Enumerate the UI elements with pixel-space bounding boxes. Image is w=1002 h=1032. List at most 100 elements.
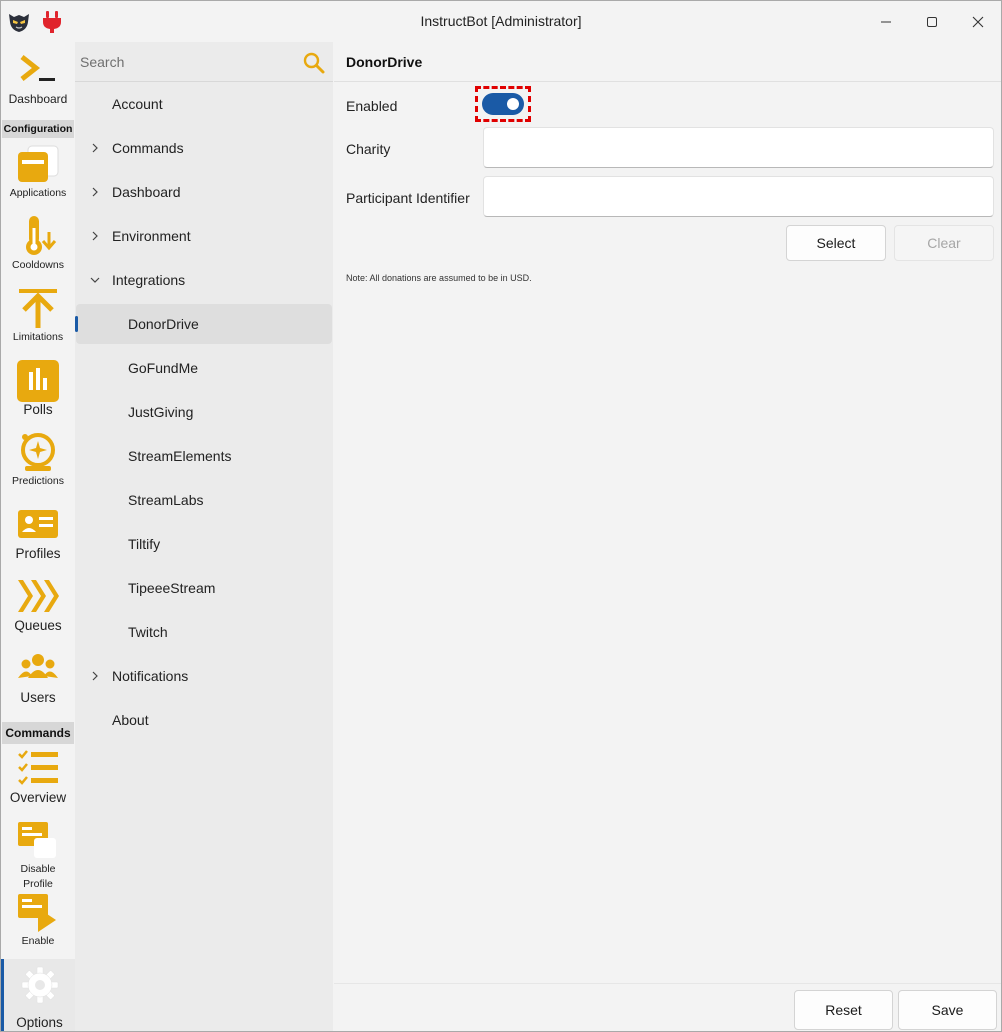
footer-bar: Reset Save [334,983,1001,1031]
rail-configuration-header: Configuration [2,120,74,138]
rail-options-icon-wrap [18,963,62,1007]
rail-polls[interactable]: Polls [1,358,75,417]
rail-users-label: Users [20,690,56,705]
rail-disable-label-1: Disable [20,863,56,875]
chevron-right-icon[interactable] [90,141,100,155]
maximize-icon [927,16,937,27]
rail-applications[interactable]: Applications [1,142,75,201]
rail-predictions[interactable]: Predictions [1,430,75,489]
rail-profiles-icon-wrap [16,502,60,546]
nav-item-commands[interactable]: Commands [76,128,332,168]
nav-item-account[interactable]: Account [76,84,332,124]
rail-limitations-icon-wrap [16,286,60,330]
rail-profiles[interactable]: Profiles [1,502,75,561]
crystal-ball-icon [21,433,55,471]
users-group-icon [18,654,58,678]
rail-disable-profile[interactable]: Disable Profile [1,818,75,892]
rail-polls-label: Polls [23,402,53,417]
charity-field[interactable] [483,127,994,168]
nav-item-about[interactable]: About [76,700,332,740]
rail-users[interactable]: Users [1,646,75,705]
nav-item-environment[interactable]: Environment [76,216,332,256]
save-button[interactable]: Save [898,990,997,1030]
poll-chart-icon [17,360,59,402]
rail-users-icon-wrap [16,646,60,690]
nav-item-twitch[interactable]: Twitch [76,612,332,652]
queue-chevrons-icon [18,580,59,612]
close-icon [972,16,984,27]
main-header: DonorDrive [334,42,1001,82]
nav-item-tiltify-label: Tiltify [128,536,161,552]
reset-button[interactable]: Reset [794,990,893,1030]
nav-item-account-label: Account [112,96,163,112]
enabled-toggle[interactable] [482,93,524,115]
chevron-right-icon[interactable] [90,185,100,199]
nav-item-notifications[interactable]: Notifications [76,656,332,696]
nav-item-justgiving[interactable]: JustGiving [76,392,332,432]
search-box [75,42,333,82]
rail-queues-label: Queues [14,618,62,633]
nav-item-streamelements[interactable]: StreamElements [76,436,332,476]
rail-options-label: Options [16,1015,63,1030]
enabled-label: Enabled [346,98,398,114]
arrow-up-limit-icon [19,289,57,328]
select-button[interactable]: Select [786,225,886,261]
rail-limitations[interactable]: Limitations [1,286,75,345]
rail-limitations-label: Limitations [12,331,64,343]
chevron-down-icon[interactable] [90,273,100,287]
rail-cooldowns-label: Cooldowns [12,259,64,271]
nav-item-gofundme-label: GoFundMe [128,360,199,376]
rail-profiles-label: Profiles [15,546,61,561]
rail-overview-label: Overview [9,790,67,805]
currency-note: Note: All donations are assumed to be in… [346,273,532,283]
rail-dashboard[interactable]: Dashboard [1,48,75,107]
rail-dashboard-icon-wrap [16,48,60,92]
nav-item-justgiving-label: JustGiving [128,404,194,420]
maximize-button[interactable] [909,1,955,42]
nav-item-streamlabs[interactable]: StreamLabs [76,480,332,520]
rail-cooldowns[interactable]: Cooldowns [1,214,75,273]
thermometer-down-icon [26,216,57,255]
nav-item-donordrive-label: DonorDrive [128,316,199,332]
toggle-knob [507,98,519,110]
participant-identifier-label: Participant Identifier [346,190,470,206]
minimize-button[interactable] [863,1,909,42]
minimize-icon [881,21,891,22]
rail-applications-icon-wrap [16,142,60,186]
nav-item-tipeeestream[interactable]: TipeeeStream [76,568,332,608]
clear-button[interactable]: Clear [894,225,994,261]
rail-enable[interactable]: Enable [1,890,75,949]
selection-indicator [75,316,78,332]
nav-item-gofundme[interactable]: GoFundMe [76,348,332,388]
profile-card-icon [18,510,58,538]
participant-identifier-field[interactable] [483,176,994,217]
nav-item-notifications-label: Notifications [112,668,189,684]
rail-predictions-label: Predictions [12,475,64,487]
chevron-right-icon[interactable] [90,229,100,243]
nav-item-environment-label: Environment [112,228,191,244]
rail-overview[interactable]: Overview [1,746,75,805]
nav-item-commands-label: Commands [112,140,184,156]
icon-rail: Dashboard Configuration Applications Coo… [1,42,75,1031]
nav-item-dashboard-label: Dashboard [112,184,181,200]
chevron-right-icon[interactable] [90,669,100,683]
rail-applications-label: Applications [9,187,67,199]
nav-item-integrations[interactable]: Integrations [76,260,332,300]
nav-item-twitch-label: Twitch [128,624,168,640]
nav-item-tiltify[interactable]: Tiltify [76,524,332,564]
close-button[interactable] [955,1,1001,42]
nav-item-dashboard[interactable]: Dashboard [76,172,332,212]
nav-item-donordrive[interactable]: DonorDrive [75,304,332,344]
rail-options[interactable]: Options [1,959,75,1031]
rail-queues[interactable]: Queues [1,574,75,633]
search-icon[interactable] [302,51,326,75]
app-window: InstructBot [Administrator] Dashboard Co… [0,0,1002,1032]
window-title: InstructBot [Administrator] [420,13,582,29]
disable-profile-icon [18,822,56,858]
search-input[interactable] [75,42,295,81]
rail-predictions-icon-wrap [16,430,60,474]
main-content: DonorDrive Enabled Charity Participant I… [334,42,1001,1031]
rail-dashboard-label: Dashboard [8,92,68,106]
nav-item-about-label: About [112,712,149,728]
terminal-icon [20,55,55,81]
